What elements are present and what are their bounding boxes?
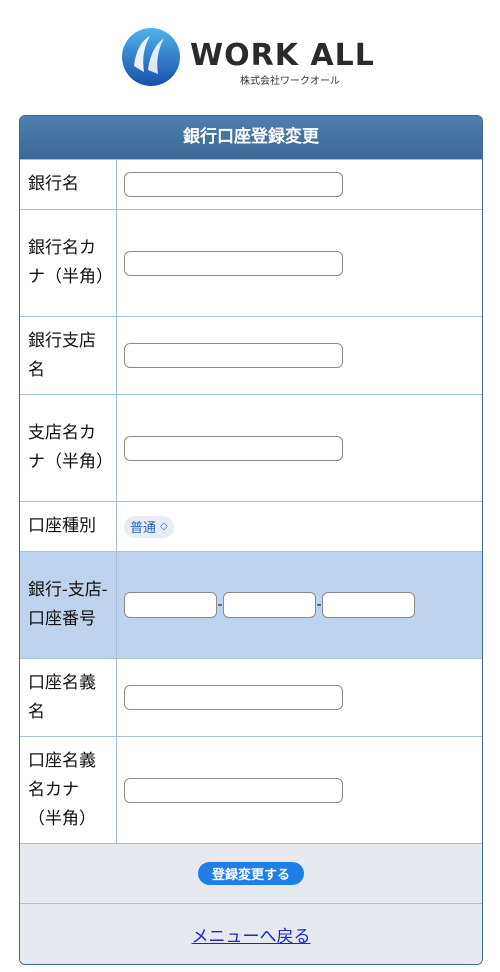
branch-name-input[interactable] — [124, 343, 343, 368]
back-to-menu-link[interactable]: メニューへ戻る — [192, 922, 311, 947]
account-type-selected: 普通 — [130, 521, 157, 536]
back-row: メニューへ戻る — [20, 903, 482, 964]
branch-name-kana-input[interactable] — [124, 435, 343, 461]
bank-name-input[interactable] — [124, 172, 343, 197]
label-account-holder-kana: 口座名義名カナ（半角） — [28, 750, 96, 829]
label-account-number: 銀行-支店-口座番号 — [28, 580, 108, 629]
logo-subtitle: 株式会社ワークオール — [240, 76, 340, 87]
submit-row: 登録変更する — [20, 843, 482, 903]
logo-mark-icon — [122, 28, 180, 86]
label-branch-name: 銀行支店名 — [28, 330, 96, 380]
branch-code-input[interactable] — [223, 592, 316, 618]
account-type-select[interactable]: 普通 ◇ — [124, 515, 174, 538]
logo-wordmark: WORK ALL — [190, 38, 375, 73]
row-branch-name-kana: 支店名カナ（半角） — [20, 394, 482, 501]
label-account-type: 口座種別 — [28, 516, 96, 536]
submit-button[interactable]: 登録変更する — [197, 862, 304, 885]
account-number-input[interactable] — [322, 592, 415, 618]
bank-account-form: 銀行口座登録変更 銀行名 銀行名カナ（半角） 銀行支店名 支店名カナ（半角） 口… — [19, 115, 483, 965]
chevron-updown-icon: ◇ — [160, 521, 168, 532]
label-branch-name-kana: 支店名カナ（半角） — [28, 423, 113, 472]
form-title: 銀行口座登録変更 — [20, 116, 482, 159]
label-bank-name-kana: 銀行名カナ（半角） — [28, 238, 113, 287]
label-bank-name: 銀行名 — [28, 174, 79, 194]
row-account-holder-kana: 口座名義名カナ（半角） — [20, 736, 482, 843]
row-account-holder: 口座名義名 — [20, 658, 482, 736]
account-holder-input[interactable] — [124, 685, 343, 710]
row-account-number: 銀行-支店-口座番号 - - — [20, 551, 482, 658]
row-bank-name-kana: 銀行名カナ（半角） — [20, 209, 482, 316]
label-account-holder: 口座名義名 — [28, 672, 96, 722]
bank-code-input[interactable] — [124, 592, 217, 618]
row-branch-name: 銀行支店名 — [20, 316, 482, 394]
account-holder-kana-input[interactable] — [124, 777, 343, 803]
bank-name-kana-input[interactable] — [124, 250, 343, 276]
company-logo: WORK ALL 株式会社ワークオール — [120, 26, 390, 88]
row-bank-name: 銀行名 — [20, 159, 482, 209]
row-account-type: 口座種別 普通 ◇ — [20, 501, 482, 551]
